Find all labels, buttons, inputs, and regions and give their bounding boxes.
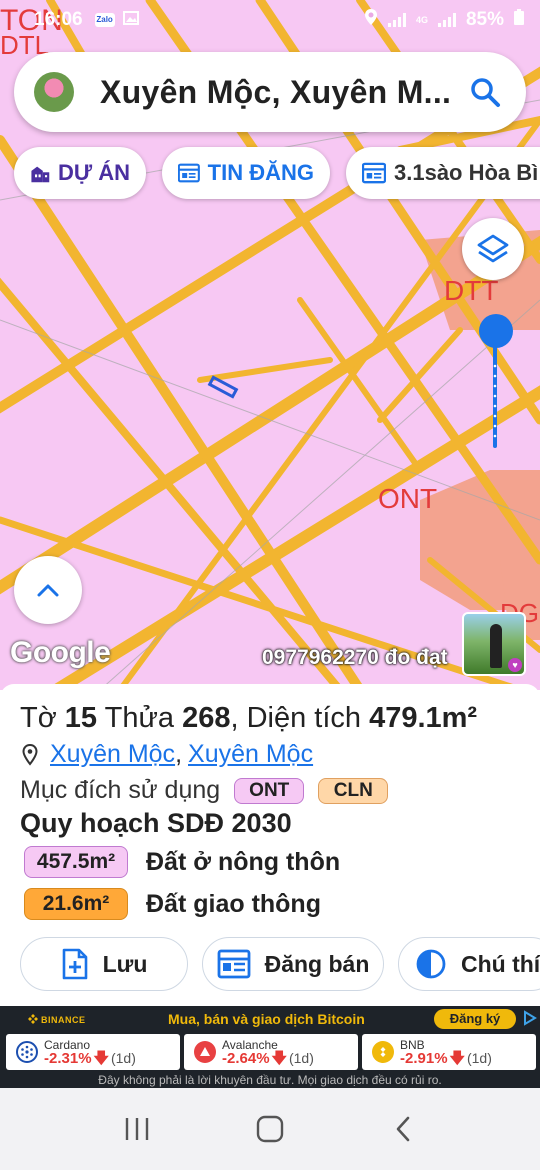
legend-button[interactable]: Chú thí: [398, 937, 540, 991]
gallery-icon: [122, 9, 139, 31]
post-for-sale-button[interactable]: Đăng bán: [202, 937, 384, 991]
battery-percent: 85%: [465, 9, 504, 30]
search-icon[interactable]: [468, 75, 502, 109]
contrast-icon: [416, 949, 446, 979]
coin-change: -2.64%: [222, 1050, 270, 1067]
chip-tin-dang-label: TIN ĐĂNG: [207, 160, 314, 185]
legend-button-label: Chú thí: [461, 950, 540, 977]
phone-contact-text[interactable]: 0977962270 đo đạt: [262, 646, 448, 670]
listing-icon: [178, 163, 200, 183]
location-icon: [364, 8, 378, 32]
expand-up-button[interactable]: [14, 556, 82, 624]
save-button[interactable]: Lưu: [20, 937, 188, 991]
listing-icon: [217, 949, 251, 979]
coin-period: (1d): [110, 1050, 136, 1066]
heart-icon: ♥: [508, 658, 522, 672]
area-value-box: 457.5m²: [24, 846, 128, 878]
chip-sao-label: 3.1sào Hòa Bì: [394, 160, 539, 185]
thua-value: 268: [182, 702, 231, 734]
to-label: Tờ: [20, 702, 57, 734]
status-bar: 16:06 Zalo 4G 85%: [0, 0, 540, 40]
arrow-down-icon: 🡇: [93, 1050, 109, 1067]
chip-listing-sao[interactable]: 3.1sào Hòa Bì: [346, 147, 540, 199]
plan-title: Quy hoạch SDĐ 2030: [20, 808, 292, 838]
coin-change: -2.31%: [44, 1050, 92, 1067]
map-label-ont: ONT: [378, 483, 437, 514]
buildings-icon: [31, 166, 50, 183]
system-nav-bar: [0, 1088, 540, 1170]
chip-du-an[interactable]: DỰ ÁN: [14, 147, 146, 199]
back-button[interactable]: [383, 1109, 423, 1149]
area-label: Đất ở nông thôn: [146, 847, 341, 876]
location-link-commune[interactable]: Xuyên Mộc: [50, 740, 175, 769]
cell-signal-icon: [437, 13, 456, 27]
zalo-icon: Zalo: [94, 13, 115, 27]
dien-tich-value: 479.1m²: [369, 702, 478, 734]
post-for-sale-label: Đăng bán: [264, 950, 370, 977]
area-label: Đất giao thông: [146, 889, 321, 918]
coin-period: (1d): [288, 1050, 314, 1066]
network-type: 4G: [415, 14, 428, 25]
thua-label: Thửa: [104, 702, 174, 734]
home-button[interactable]: [250, 1109, 290, 1149]
ad-signup-button[interactable]: Đăng ký: [434, 1009, 516, 1029]
avalanche-icon: [194, 1041, 216, 1063]
ad-banner[interactable]: BINANCE Mua, bán và giao dịch Bitcoin Đă…: [0, 1006, 540, 1088]
chip-du-an-label: DỰ ÁN: [57, 160, 130, 185]
chip-tin-dang[interactable]: TIN ĐĂNG: [162, 147, 330, 199]
coin-card-cardano[interactable]: Cardano -2.31% 🡇 (1d): [6, 1034, 180, 1070]
coin-card-bnb[interactable]: BNB -2.91% 🡇 (1d): [362, 1034, 536, 1070]
battery-icon: [514, 9, 524, 31]
listing-icon: [362, 162, 386, 184]
tag-ont[interactable]: ONT: [234, 777, 305, 804]
parcel-info-panel: Tờ 15 Thửa 268, Diện tích 479.1m² Xuyên …: [0, 684, 540, 1006]
cardano-icon: [16, 1041, 38, 1063]
to-value: 15: [64, 702, 98, 734]
tag-cln[interactable]: CLN: [318, 777, 389, 804]
map-pin-icon: [22, 743, 38, 766]
purpose-line: Mục đích sử dụng ONT CLN: [20, 776, 389, 805]
bnb-icon: [372, 1041, 394, 1063]
search-bar[interactable]: Xuyên Mộc, Xuyên M...: [14, 52, 526, 132]
google-logo: Google: [10, 636, 111, 669]
binance-icon: [28, 1014, 38, 1024]
ad-brand-label: BINANCE: [41, 1015, 86, 1025]
status-time: 16:06: [34, 9, 83, 30]
ad-choices-icon[interactable]: [522, 1010, 538, 1026]
coin-card-avalanche[interactable]: Avalanche -2.64% 🡇 (1d): [184, 1034, 358, 1070]
recent-apps-button[interactable]: [117, 1109, 157, 1149]
wifi-signal-icon: [387, 13, 406, 27]
ad-brand: BINANCE: [28, 1014, 86, 1025]
recents-icon: [125, 1118, 148, 1140]
parcel-summary: Tờ 15 Thửa 268, Diện tích 479.1m²: [20, 702, 477, 735]
avatar[interactable]: [34, 72, 74, 112]
layers-button[interactable]: [462, 218, 524, 280]
opacity-slider-thumb[interactable]: [479, 314, 513, 348]
search-title[interactable]: Xuyên Mộc, Xuyên M...: [100, 74, 468, 111]
user-photo-thumbnail[interactable]: ♥: [462, 612, 526, 676]
location-line: Xuyên Mộc , Xuyên Mộc: [22, 740, 313, 769]
coin-period: (1d): [466, 1050, 492, 1066]
arrow-down-icon: 🡇: [449, 1050, 465, 1067]
area-value-box: 21.6m²: [24, 888, 128, 920]
location-link-district[interactable]: Xuyên Mộc: [188, 740, 313, 769]
location-separator: ,: [175, 740, 183, 768]
add-document-icon: [62, 948, 87, 980]
layers-icon: [477, 234, 509, 263]
area-row-residential: 457.5m² Đất ở nông thôn: [24, 846, 340, 878]
dien-tich-label: , Diện tích: [230, 702, 362, 734]
chevron-up-icon: [37, 584, 59, 597]
home-icon: [256, 1115, 284, 1143]
ad-headline[interactable]: Mua, bán và giao dịch Bitcoin: [168, 1011, 365, 1027]
arrow-down-icon: 🡇: [271, 1050, 287, 1067]
back-icon: [397, 1116, 410, 1142]
save-button-label: Lưu: [102, 950, 148, 977]
purpose-label: Mục đích sử dụng: [20, 776, 221, 804]
ad-disclaimer: Đây không phải là lời khuyên đầu tư. Mọi…: [98, 1073, 442, 1087]
area-row-transport: 21.6m² Đất giao thông: [24, 888, 321, 920]
coin-change: -2.91%: [400, 1050, 448, 1067]
